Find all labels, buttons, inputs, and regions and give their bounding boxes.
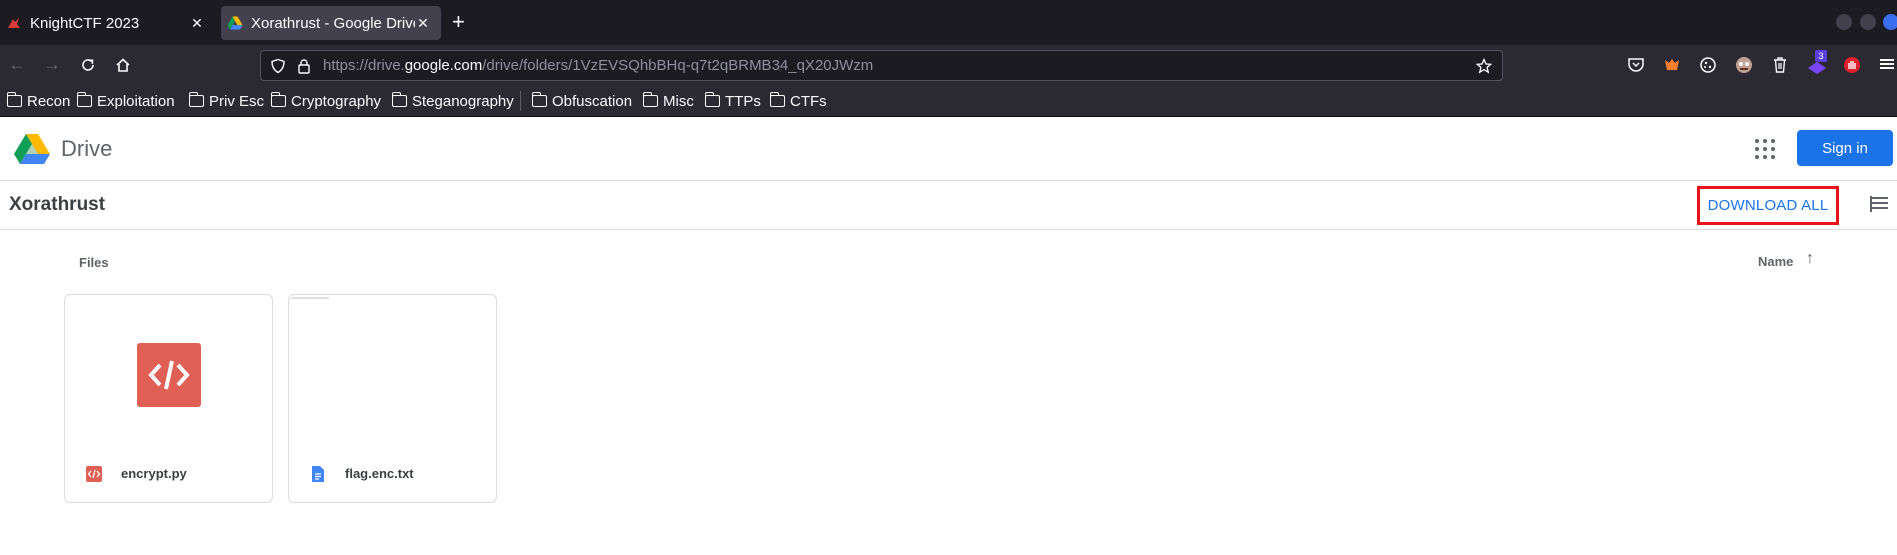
folder-icon	[642, 92, 658, 107]
bookmark-folder-obfuscation[interactable]: Obfuscation	[531, 91, 633, 111]
bookmark-label: Misc	[663, 92, 694, 110]
foxyproxy-icon[interactable]	[1663, 56, 1681, 74]
list-view-toggle-icon[interactable]	[1870, 196, 1888, 212]
code-file-thumbnail-icon	[137, 343, 201, 407]
file-card-footer: flag.enc.txt	[289, 445, 496, 502]
folder-title: Xorathrust	[9, 194, 106, 215]
tab-google-drive[interactable]: Xorathrust - Google Drive ✕	[221, 6, 441, 40]
folder-icon	[531, 92, 547, 107]
folder-icon	[391, 92, 407, 107]
file-card-flag-enc-txt[interactable]: flag.enc.txt	[288, 294, 497, 503]
knightctf-favicon-icon	[8, 18, 20, 28]
google-drive-favicon-icon	[227, 16, 243, 30]
close-tab-icon[interactable]: ✕	[415, 15, 431, 32]
back-arrow-icon[interactable]: ←	[8, 55, 26, 74]
address-bar[interactable]: https://drive.google.com/drive/folders/1…	[260, 50, 1503, 81]
folder-toolbar: Xorathrust DOWNLOAD ALL	[0, 181, 1897, 230]
file-name: flag.enc.txt	[345, 466, 414, 481]
sort-ascending-arrow-icon[interactable]: ↑	[1806, 250, 1814, 268]
window-close-icon[interactable]	[1883, 14, 1897, 30]
folder-icon	[270, 92, 286, 107]
file-card-encrypt-py[interactable]: encrypt.py	[64, 294, 273, 503]
file-name: encrypt.py	[121, 466, 187, 481]
window-maximize-icon[interactable]	[1860, 14, 1876, 30]
folder-icon	[188, 92, 204, 107]
bookmark-folder-misc[interactable]: Misc	[642, 91, 694, 111]
window-minimize-icon[interactable]	[1836, 14, 1852, 30]
text-preview-line	[291, 297, 329, 299]
pocket-icon[interactable]	[1627, 56, 1645, 74]
bookmark-folder-priv-esc[interactable]: Priv Esc	[188, 91, 265, 111]
bookmark-folder-steganography[interactable]: Steganography	[391, 91, 514, 111]
google-drive-logo-icon[interactable]	[14, 133, 50, 165]
reload-icon[interactable]	[79, 56, 97, 74]
bookmarks-toolbar: Recon Exploitation Priv Esc Cryptography…	[0, 85, 1897, 117]
url-prefix: https://drive.	[323, 57, 405, 74]
bookmark-label: Priv Esc	[209, 92, 265, 110]
tab-title: Xorathrust - Google Drive	[251, 14, 415, 32]
file-card-footer: encrypt.py	[65, 445, 272, 502]
lock-icon[interactable]	[297, 58, 311, 74]
extension-with-badge[interactable]: 3	[1806, 50, 1828, 76]
bookmark-label: Recon	[27, 92, 71, 110]
tab-strip: KnightCTF 2023 ✕ Xorathrust - Google Dri…	[0, 0, 1897, 45]
document-file-icon	[312, 465, 324, 482]
drive-header: Drive Sign in	[0, 117, 1897, 181]
file-preview	[65, 295, 272, 445]
folder-icon	[76, 92, 92, 107]
code-file-icon	[86, 465, 102, 482]
files-section-label: Files	[79, 255, 109, 270]
url-text[interactable]: https://drive.google.com/drive/folders/1…	[323, 57, 873, 74]
bookmark-label: Obfuscation	[552, 92, 633, 110]
trash-icon[interactable]	[1771, 56, 1789, 74]
drive-product-name[interactable]: Drive	[61, 136, 112, 162]
file-preview	[289, 295, 496, 445]
navigation-toolbar: ← → https://drive.google.com/drive/folde…	[0, 45, 1897, 85]
download-all-button[interactable]: DOWNLOAD ALL	[1697, 186, 1839, 225]
bookmark-label: Steganography	[412, 92, 514, 110]
url-path: /drive/folders/1VzEVSQhbBHq-q7t2qBRMB34_…	[482, 57, 874, 74]
bookmark-folder-ctfs[interactable]: CTFs	[769, 91, 827, 111]
red-hand-icon[interactable]	[1843, 56, 1861, 74]
bookmark-folder-ttps[interactable]: TTPs	[704, 91, 761, 111]
folder-icon	[769, 92, 785, 107]
bookmark-label: TTPs	[725, 92, 761, 110]
tracking-shield-icon[interactable]	[270, 58, 286, 74]
bookmark-label: Exploitation	[97, 92, 175, 110]
cookie-icon[interactable]	[1699, 56, 1717, 74]
app-menu-hamburger-icon[interactable]	[1880, 57, 1894, 71]
bookmark-folder-recon[interactable]: Recon	[6, 91, 71, 111]
bookmark-label: CTFs	[790, 92, 827, 110]
bookmark-folder-cryptography[interactable]: Cryptography	[270, 91, 382, 111]
forward-arrow-icon[interactable]: →	[43, 55, 61, 74]
folder-icon	[704, 92, 720, 107]
sort-by-name-label[interactable]: Name	[1758, 254, 1793, 269]
google-apps-grid-icon[interactable]	[1754, 138, 1776, 160]
new-tab-plus-icon[interactable]: +	[452, 11, 465, 33]
folder-icon	[6, 92, 22, 107]
extension-badge-count: 3	[1815, 50, 1827, 62]
sign-in-button[interactable]: Sign in	[1797, 130, 1893, 166]
wappalyzer-avatar-icon[interactable]	[1735, 56, 1753, 74]
bookmark-separator	[520, 91, 521, 111]
home-icon[interactable]	[114, 56, 132, 74]
bookmark-star-icon[interactable]	[1476, 58, 1492, 74]
close-tab-icon[interactable]: ✕	[189, 15, 205, 32]
bookmark-folder-exploitation[interactable]: Exploitation	[76, 91, 175, 111]
tab-title: KnightCTF 2023	[30, 14, 140, 32]
bookmark-label: Cryptography	[291, 92, 382, 110]
url-host: google.com	[404, 57, 483, 74]
tab-knightctf[interactable]: KnightCTF 2023 ✕	[0, 6, 215, 40]
